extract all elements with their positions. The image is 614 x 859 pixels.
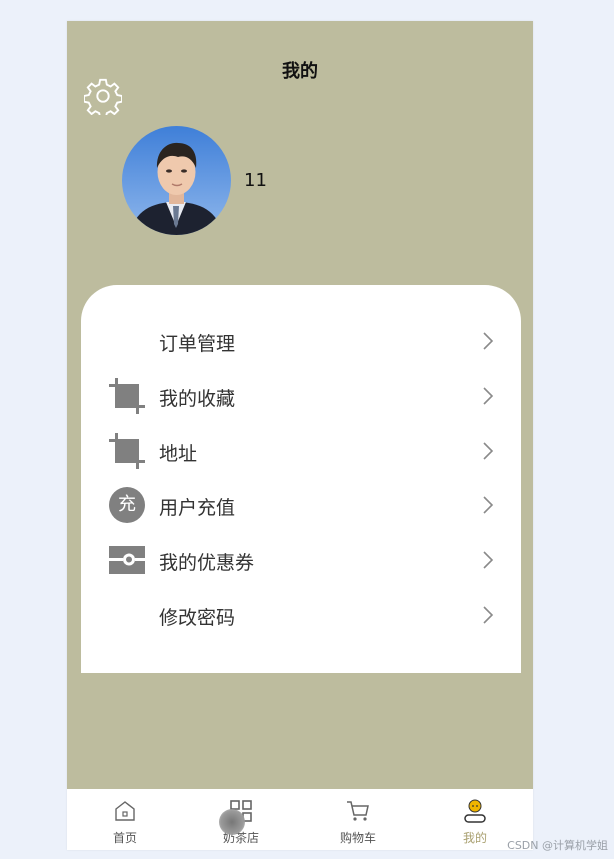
user-avatar[interactable] bbox=[122, 126, 231, 235]
crop-icon bbox=[109, 378, 145, 414]
cart-icon bbox=[347, 801, 369, 821]
tab-label: 奶茶店 bbox=[222, 831, 259, 845]
chevron-right-icon bbox=[483, 387, 494, 405]
menu-item-orders[interactable]: 订单管理 bbox=[81, 317, 521, 365]
menu-item-coupons[interactable]: 我的优惠券 bbox=[81, 536, 521, 584]
menu-item-label: 修改密码 bbox=[159, 607, 236, 629]
menu-item-label: 用户充值 bbox=[159, 497, 236, 519]
tab-home[interactable]: 首页 bbox=[67, 789, 183, 850]
menu-item-address[interactable]: 地址 bbox=[81, 427, 521, 475]
bottom-tabbar: 首页 奶茶店 购物车 我的 bbox=[67, 789, 533, 850]
coupon-icon bbox=[109, 546, 145, 574]
home-icon bbox=[115, 801, 135, 821]
menu-item-label: 订单管理 bbox=[159, 333, 236, 355]
menu-item-label: 我的收藏 bbox=[159, 388, 236, 410]
username: 11 bbox=[244, 170, 267, 191]
menu-item-label: 我的优惠券 bbox=[159, 552, 255, 574]
chevron-right-icon bbox=[483, 442, 494, 460]
chevron-right-icon bbox=[483, 551, 494, 569]
menu-item-label: 地址 bbox=[159, 443, 198, 465]
chevron-right-icon bbox=[483, 496, 494, 514]
tab-cart[interactable]: 购物车 bbox=[300, 789, 416, 850]
settings-gear-icon[interactable] bbox=[84, 77, 122, 115]
menu-item-recharge[interactable]: 充 用户充值 bbox=[81, 481, 521, 529]
recharge-icon: 充 bbox=[109, 487, 145, 523]
watermark: CSDN @计算机学姐 bbox=[507, 839, 608, 852]
menu-card: 订单管理 我的收藏 地址 充 用户充值 我的优惠券 修改密码 bbox=[81, 285, 521, 673]
chevron-right-icon bbox=[483, 606, 494, 624]
profile-icon bbox=[464, 799, 486, 823]
page-title: 我的 bbox=[282, 61, 318, 82]
crop-icon bbox=[109, 433, 145, 469]
chevron-right-icon bbox=[483, 332, 494, 350]
menu-item-change-password[interactable]: 修改密码 bbox=[81, 591, 521, 639]
menu-item-favorites[interactable]: 我的收藏 bbox=[81, 372, 521, 420]
tab-label: 首页 bbox=[112, 831, 137, 845]
tab-label: 购物车 bbox=[339, 831, 376, 845]
touch-indicator bbox=[219, 809, 245, 835]
